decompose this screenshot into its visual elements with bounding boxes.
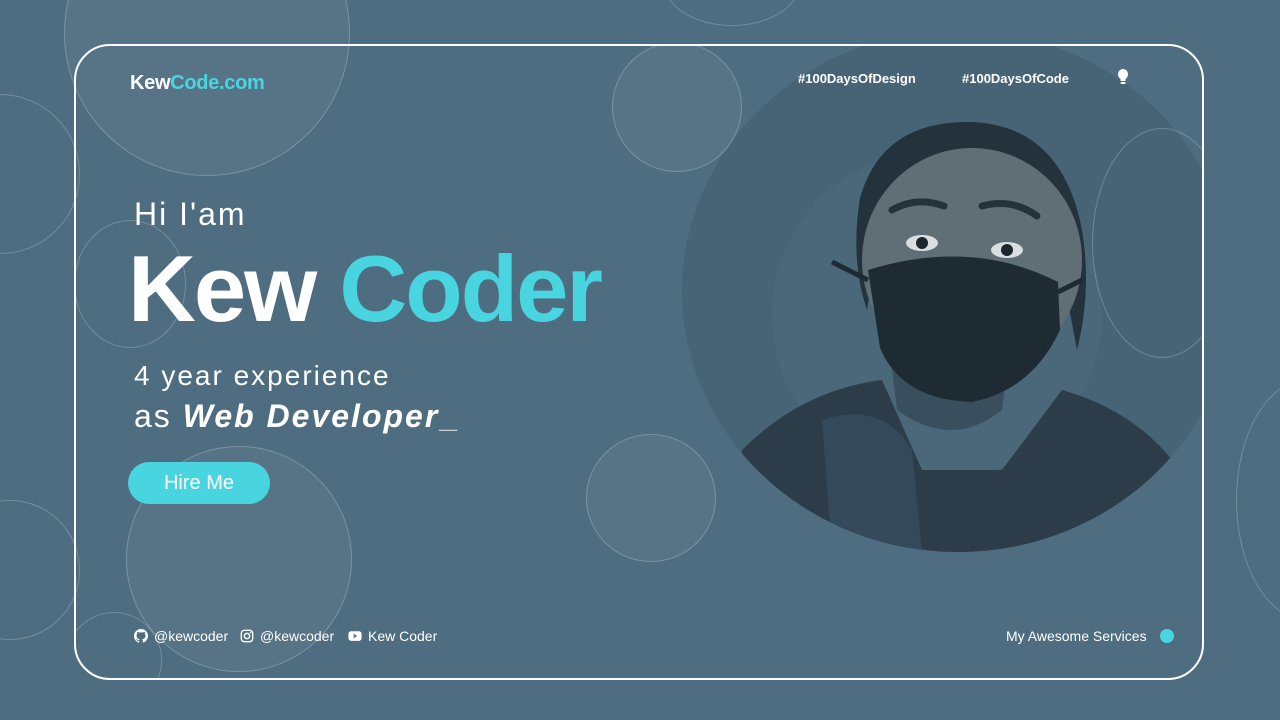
site-logo[interactable]: KewCode.com — [130, 72, 265, 95]
services-indicator-dot[interactable] — [1160, 629, 1174, 643]
experience-text: 4 year experience — [134, 360, 391, 391]
hero-name: Kew Coder — [128, 242, 603, 336]
nav-link-100-days-of-code[interactable]: #100DaysOfCode — [962, 71, 1069, 86]
nav-link-100-days-of-design[interactable]: #100DaysOfDesign — [798, 71, 916, 86]
role-title: Web Developer — [182, 398, 440, 434]
social-link-github[interactable]: @kewcoder — [134, 628, 228, 644]
youtube-icon — [348, 631, 362, 641]
greeting-text: Hi I'am — [134, 196, 247, 232]
decorative-bubble — [1236, 380, 1280, 620]
lightbulb-icon[interactable] — [1116, 68, 1130, 86]
decorative-bubble — [0, 94, 80, 254]
typing-cursor: _ — [439, 398, 460, 434]
name-last: Coder — [339, 236, 603, 341]
role-prefix: as — [134, 398, 172, 434]
social-link-instagram[interactable]: @kewcoder — [240, 628, 334, 644]
logo-text-accent: Code.com — [170, 72, 265, 94]
logo-text-primary: Kew — [130, 72, 171, 94]
decorative-bubble — [664, 0, 800, 26]
name-first: Kew — [128, 236, 317, 341]
decorative-bubble — [0, 500, 80, 640]
services-link[interactable]: My Awesome Services — [1006, 628, 1147, 644]
hire-me-button[interactable]: Hire Me — [128, 462, 270, 504]
github-icon — [134, 629, 148, 643]
instagram-icon — [240, 629, 254, 643]
social-label: @kewcoder — [260, 628, 335, 644]
social-label: Kew Coder — [368, 628, 438, 644]
decorative-bubble — [586, 434, 716, 562]
decorative-bubble — [612, 46, 742, 172]
role-line: as Web Developer_ — [134, 398, 459, 435]
hero-card: KewCode.com #100DaysOfDesign #100DaysOfC… — [74, 44, 1204, 680]
social-link-youtube[interactable]: Kew Coder — [348, 628, 437, 644]
social-label: @kewcoder — [154, 628, 229, 644]
page: KewCode.com #100DaysOfDesign #100DaysOfC… — [0, 0, 1280, 720]
